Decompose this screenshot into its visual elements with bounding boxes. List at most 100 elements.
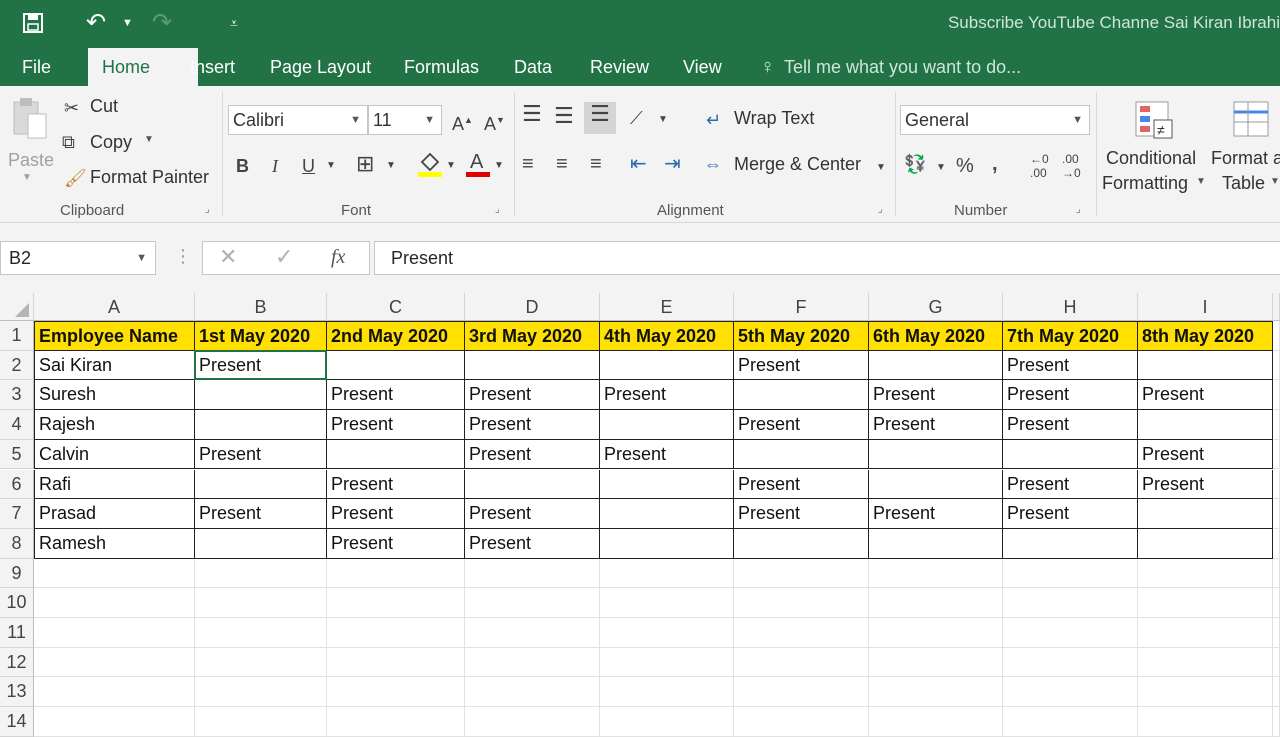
cell-b13[interactable] — [195, 677, 327, 708]
align-right-icon[interactable]: ≡ — [590, 152, 602, 176]
cell-a14[interactable] — [34, 707, 195, 737]
format-painter-button[interactable]: Format Painter — [90, 167, 209, 188]
cell-g13[interactable] — [869, 677, 1003, 708]
cell-b11[interactable] — [195, 618, 327, 648]
cell-h4[interactable]: Present — [1003, 410, 1138, 440]
font-color-icon[interactable]: A — [466, 150, 490, 184]
cell-i13[interactable] — [1138, 677, 1273, 708]
cell-f7[interactable]: Present — [734, 499, 869, 529]
cell-c5[interactable] — [327, 439, 465, 470]
column-header-c[interactable]: C — [327, 293, 465, 321]
cell-d3[interactable]: Present — [465, 380, 600, 411]
cell-e6[interactable] — [600, 469, 734, 500]
font-launcher-icon[interactable]: ⌟ — [495, 204, 500, 215]
cell-g2[interactable] — [869, 350, 1003, 381]
cell-g3[interactable]: Present — [869, 380, 1003, 411]
cell-e10[interactable] — [600, 588, 734, 618]
cell-e2[interactable] — [600, 350, 734, 381]
cell-e13[interactable] — [600, 677, 734, 708]
cell-d7[interactable]: Present — [465, 499, 600, 529]
conditional-formatting-dropdown-icon[interactable]: ▼ — [1196, 176, 1206, 187]
cell-b2[interactable]: Present — [195, 350, 327, 381]
name-box[interactable]: B2 ▼ — [0, 241, 156, 275]
cell-a3[interactable]: Suresh — [34, 380, 195, 411]
cell-f4[interactable]: Present — [734, 410, 869, 440]
font-name-dropdown-icon[interactable]: ▼ — [350, 106, 361, 134]
font-size-dropdown-icon[interactable]: ▼ — [424, 106, 435, 134]
cell-b12[interactable] — [195, 647, 327, 678]
cell-f2[interactable]: Present — [734, 350, 869, 381]
format-painter-icon[interactable]: 🖌 — [64, 166, 87, 190]
cell-b7[interactable]: Present — [195, 499, 327, 529]
cell-a6[interactable]: Rafi — [34, 469, 195, 500]
orientation-dropdown-icon[interactable]: ▼ — [658, 108, 668, 132]
cell-c14[interactable] — [327, 707, 465, 737]
cell-d2[interactable] — [465, 350, 600, 381]
increase-font-icon[interactable]: A▲ — [452, 108, 473, 136]
cell-e4[interactable] — [600, 410, 734, 440]
fill-color-icon[interactable] — [418, 150, 442, 184]
header-cell-b1[interactable]: 1st May 2020 — [195, 321, 327, 351]
decrease-font-icon[interactable]: A▼ — [484, 108, 505, 136]
align-center-icon[interactable]: ≡ — [556, 152, 568, 176]
tell-me-input[interactable]: Tell me what you want to do... — [784, 48, 1021, 86]
paste-button[interactable]: Paste — [8, 150, 54, 171]
cell-e3[interactable]: Present — [600, 380, 734, 411]
cell-c11[interactable] — [327, 618, 465, 648]
row-header-6[interactable]: 6 — [0, 469, 34, 500]
cell-b5[interactable]: Present — [195, 439, 327, 470]
tab-formulas[interactable]: Formulas — [390, 48, 493, 86]
column-header-e[interactable]: E — [600, 293, 734, 321]
font-color-dropdown-icon[interactable]: ▼ — [494, 154, 504, 178]
cell-h14[interactable] — [1003, 707, 1138, 737]
header-cell-a1[interactable]: Employee Name — [34, 321, 195, 351]
cell-b6[interactable] — [195, 469, 327, 500]
cell-h9[interactable] — [1003, 558, 1138, 589]
undo-icon[interactable]: ↶ — [86, 0, 106, 46]
cell-g6[interactable] — [869, 469, 1003, 500]
cell-g12[interactable] — [869, 647, 1003, 678]
number-format-dropdown-icon[interactable]: ▼ — [1072, 106, 1083, 134]
increase-decimal-icon[interactable]: ←0.00 — [1030, 152, 1049, 180]
cell-i11[interactable] — [1138, 618, 1273, 648]
cell-f6[interactable]: Present — [734, 469, 869, 500]
column-header-d[interactable]: D — [465, 293, 600, 321]
column-header-a[interactable]: A — [34, 293, 195, 321]
font-size-combo[interactable]: 11 ▼ — [368, 105, 442, 135]
cell-b10[interactable] — [195, 588, 327, 618]
cell-h8[interactable] — [1003, 528, 1138, 559]
cell-h12[interactable] — [1003, 647, 1138, 678]
cell-c2[interactable] — [327, 350, 465, 381]
cell-h2[interactable]: Present — [1003, 350, 1138, 381]
spreadsheet-grid[interactable]: ABCDEFGHI 1 2 3 4 5 6 7 8 9 10 11 12 13 14 Employee N… — [0, 293, 1280, 737]
conditional-formatting-label-2[interactable]: Formatting — [1102, 173, 1188, 194]
row-header-14[interactable]: 14 — [0, 707, 34, 737]
cell-d9[interactable] — [465, 558, 600, 589]
cell-c9[interactable] — [327, 558, 465, 589]
merge-center-button[interactable]: Merge & Center — [734, 154, 861, 175]
copy-icon[interactable]: ⧉ — [62, 130, 75, 154]
header-cell-f1[interactable]: 5th May 2020 — [734, 321, 869, 351]
cell-e11[interactable] — [600, 618, 734, 648]
bold-icon[interactable]: B — [236, 154, 249, 178]
cell-d5[interactable]: Present — [465, 439, 600, 470]
row-header-10[interactable]: 10 — [0, 588, 34, 618]
cell-i4[interactable] — [1138, 410, 1273, 440]
cell-a5[interactable]: Calvin — [34, 439, 195, 470]
cell-a12[interactable] — [34, 647, 195, 678]
column-header-f[interactable]: F — [734, 293, 869, 321]
row-header-11[interactable]: 11 — [0, 618, 34, 648]
tab-page-layout[interactable]: Page Layout — [256, 48, 385, 86]
increase-indent-icon[interactable]: ⇥ — [664, 152, 681, 176]
cell-g4[interactable]: Present — [869, 410, 1003, 440]
alignment-launcher-icon[interactable]: ⌟ — [878, 204, 883, 215]
conditional-formatting-label-1[interactable]: Conditional — [1106, 148, 1196, 169]
cell-g9[interactable] — [869, 558, 1003, 589]
cell-f10[interactable] — [734, 588, 869, 618]
borders-icon[interactable]: ⊞ — [356, 152, 374, 176]
cell-i5[interactable]: Present — [1138, 439, 1273, 470]
cell-e9[interactable] — [600, 558, 734, 589]
cell-b9[interactable] — [195, 558, 327, 589]
cell-i8[interactable] — [1138, 528, 1273, 559]
cell-f5[interactable] — [734, 439, 869, 470]
